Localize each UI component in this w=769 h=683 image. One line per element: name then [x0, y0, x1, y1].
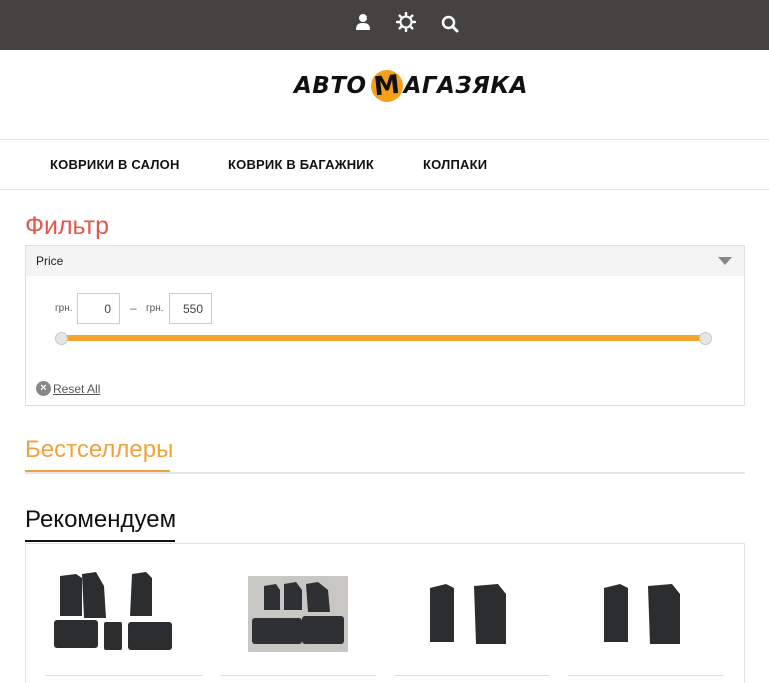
- reset-all-label: Reset All: [53, 381, 101, 396]
- logo-text-part2: АГАЗЯКА: [403, 73, 528, 99]
- top-bar: [0, 0, 769, 50]
- price-slider-min-handle[interactable]: [55, 332, 68, 345]
- price-slider-max-handle[interactable]: [699, 332, 712, 345]
- car-mats-front-pair-image[interactable]: [394, 564, 550, 664]
- price-slider-track[interactable]: [62, 335, 706, 341]
- range-separator: –: [130, 301, 137, 315]
- nav-item-salon-mats[interactable]: КОВРИКИ В САЛОН: [50, 157, 180, 172]
- nav-item-hubcaps[interactable]: КОЛПАКИ: [423, 157, 487, 172]
- recommended-underline: [25, 540, 175, 542]
- car-mats-set-gray-background-image[interactable]: [220, 564, 376, 664]
- currency-label-max: грн.: [146, 303, 164, 314]
- product-card[interactable]: [568, 564, 724, 676]
- bestsellers-divider: [25, 472, 745, 474]
- bestsellers-underline: [25, 470, 170, 472]
- product-card[interactable]: [46, 564, 202, 676]
- product-card[interactable]: [220, 564, 376, 676]
- bestsellers-title[interactable]: Бестселлеры: [25, 436, 173, 464]
- chevron-down-icon[interactable]: [718, 257, 732, 265]
- currency-label-min: грн.: [55, 303, 73, 314]
- price-filter-label: Price: [36, 254, 64, 268]
- close-circle-icon: ×: [36, 381, 51, 396]
- product-divider: [46, 675, 202, 676]
- search-icon[interactable]: [438, 12, 462, 36]
- filter-panel: Price грн. – грн. × Reset All: [25, 245, 745, 406]
- nav-item-trunk-mat[interactable]: КОВРИК В БАГАЖНИК: [228, 157, 374, 172]
- filter-title: Фильтр: [25, 212, 109, 240]
- product-card[interactable]: [394, 564, 550, 676]
- site-logo[interactable]: АВТО М АГАЗЯКА: [294, 68, 528, 104]
- gear-icon[interactable]: [394, 10, 418, 34]
- recommended-title[interactable]: Рекомендуем: [25, 506, 176, 534]
- logo-area: АВТО М АГАЗЯКА: [0, 50, 769, 140]
- price-min-input[interactable]: [77, 293, 120, 324]
- user-icon[interactable]: [351, 10, 375, 34]
- price-max-input[interactable]: [169, 293, 212, 324]
- product-divider: [568, 675, 724, 676]
- product-divider: [220, 675, 376, 676]
- price-filter-header[interactable]: Price: [26, 246, 744, 276]
- product-divider: [394, 675, 550, 676]
- product-grid: [25, 543, 745, 683]
- logo-badge: М: [368, 68, 405, 104]
- car-mats-set-image[interactable]: [46, 564, 202, 664]
- car-mats-front-pair-image[interactable]: [568, 564, 724, 664]
- main-nav: КОВРИКИ В САЛОН КОВРИК В БАГАЖНИК КОЛПАК…: [0, 140, 769, 190]
- reset-all-button[interactable]: × Reset All: [36, 381, 100, 396]
- logo-text-part1: АВТО: [294, 73, 367, 99]
